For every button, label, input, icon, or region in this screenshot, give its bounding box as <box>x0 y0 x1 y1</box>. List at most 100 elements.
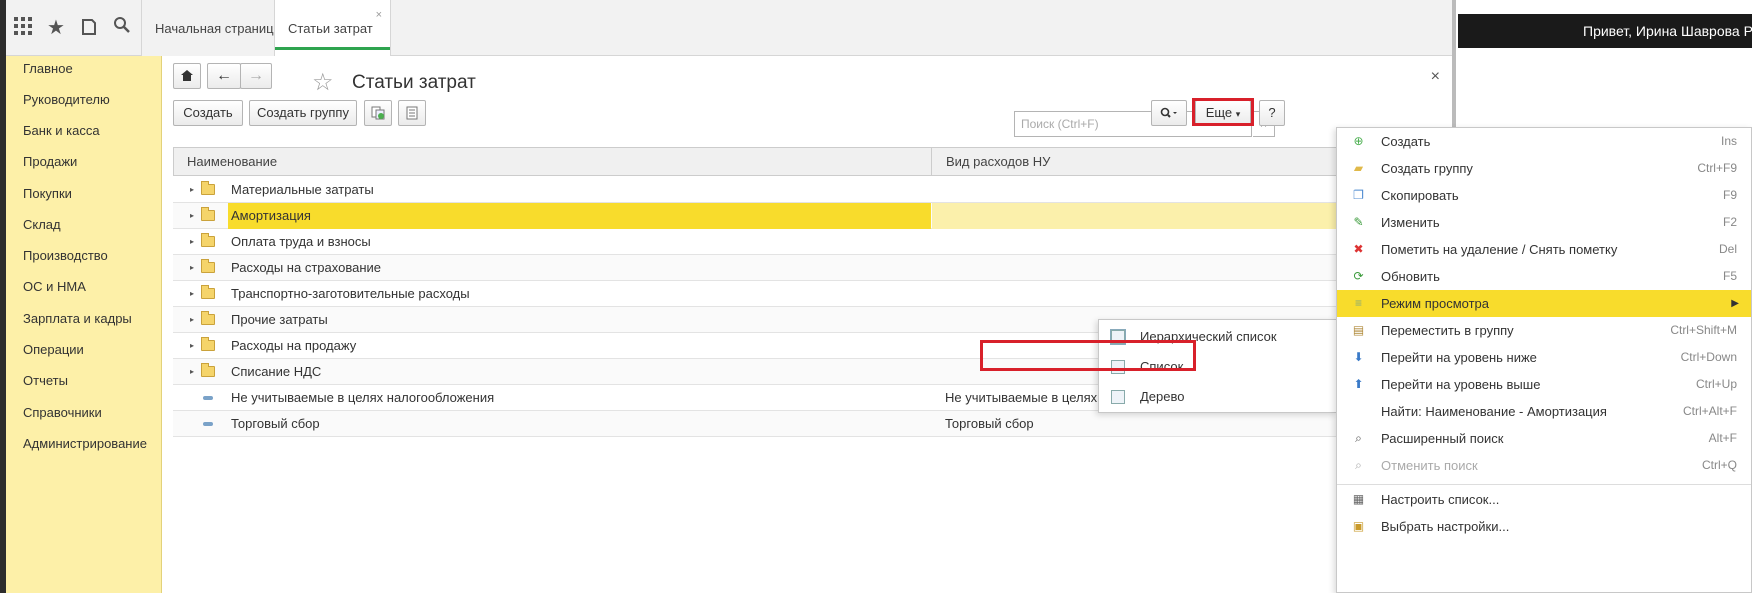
list-view-button[interactable] <box>398 100 426 126</box>
menu-separator <box>1337 484 1751 485</box>
close-form-icon[interactable]: × <box>1431 68 1440 86</box>
expand-arrow-icon[interactable]: ▸ <box>190 307 194 333</box>
table-row[interactable]: ▸ Транспортно-заготовительные расходы <box>173 281 1452 307</box>
menu-item[interactable]: ▰ Создать группу Ctrl+F9 <box>1337 155 1751 182</box>
menu-item[interactable]: ⬆ Перейти на уровень выше Ctrl+Up <box>1337 371 1751 398</box>
highlight-tree-item <box>980 340 1196 371</box>
sidebar-item-reports[interactable]: Отчеты <box>23 373 68 388</box>
sidebar-item-bank[interactable]: Банк и касса <box>23 123 100 138</box>
sidebar-item-manager[interactable]: Руководителю <box>23 92 110 107</box>
submenu-item-label: Дерево <box>1140 389 1185 404</box>
list-icon <box>406 106 418 120</box>
cell-name: Торговый сбор <box>231 416 320 431</box>
expand-arrow-icon[interactable]: ▸ <box>190 333 194 359</box>
search-button[interactable] <box>1151 100 1187 126</box>
menu-item-label: Изменить <box>1381 215 1440 230</box>
cell-name: Расходы на страхование <box>231 260 381 275</box>
forward-button[interactable]: → <box>240 63 272 89</box>
folder-icon <box>201 363 215 377</box>
menu-item[interactable]: ✖ Пометить на удаление / Снять пометку Del <box>1337 236 1751 263</box>
menu-item[interactable]: ⌕ Отменить поиск Ctrl+Q <box>1337 452 1751 479</box>
tab-home[interactable]: Начальная страница <box>141 0 294 56</box>
copy-button[interactable] <box>364 100 392 126</box>
menu-item[interactable]: ⌕ Расширенный поиск Alt+F <box>1337 425 1751 452</box>
expand-arrow-icon[interactable]: ▸ <box>190 203 194 229</box>
expand-arrow-icon[interactable]: ▸ <box>190 281 194 307</box>
folder-icon <box>201 181 215 195</box>
apps-grid-icon[interactable] <box>11 16 35 40</box>
menu-item-shortcut: F5 <box>1722 269 1737 283</box>
sidebar-item-purchases[interactable]: Покупки <box>23 186 72 201</box>
help-button[interactable]: ? <box>1259 100 1285 126</box>
menu-item[interactable]: ▦ Настроить список... <box>1337 486 1751 513</box>
menu-item[interactable]: ❐ Скопировать F9 <box>1337 182 1751 209</box>
arrow-right-icon: → <box>248 67 264 84</box>
table-row[interactable]: ▸ Оплата труда и взносы <box>173 229 1452 255</box>
item-icon <box>203 396 213 400</box>
column-name-header[interactable]: Наименование <box>174 148 932 175</box>
folder-icon <box>201 259 215 273</box>
level-down-icon: ⬇ <box>1353 350 1364 364</box>
plus-icon: ⊕ <box>1353 134 1364 148</box>
expand-arrow-icon[interactable]: ▸ <box>190 177 194 203</box>
sidebar-item-admin[interactable]: Администрирование <box>23 436 147 451</box>
history-icon[interactable] <box>77 16 101 40</box>
menu-item-label: Скопировать <box>1381 188 1459 203</box>
expand-arrow-icon[interactable]: ▸ <box>190 359 194 385</box>
copy-icon: ❐ <box>1353 188 1364 202</box>
sidebar-item-operations[interactable]: Операции <box>23 342 84 357</box>
favorite-star-icon[interactable]: ☆ <box>312 68 334 97</box>
menu-item[interactable]: ⟳ Обновить F5 <box>1337 263 1751 290</box>
cell-name: Списание НДС <box>231 364 322 379</box>
pencil-icon: ✎ <box>1353 215 1364 229</box>
cell-name: Не учитываемые в целях налогообложения <box>231 390 495 405</box>
menu-item[interactable]: ⊕ Создать Ins <box>1337 128 1751 155</box>
delete-mark-icon: ✖ <box>1353 242 1364 256</box>
menu-item[interactable]: ⬇ Перейти на уровень ниже Ctrl+Down <box>1337 344 1751 371</box>
menu-item[interactable]: ✎ Изменить F2 <box>1337 209 1751 236</box>
menu-item[interactable]: ≡ Режим просмотра ▶ <box>1337 290 1751 317</box>
menu-item-label: Обновить <box>1381 269 1440 284</box>
menu-item-shortcut: Ctrl+Q <box>1701 458 1737 472</box>
menu-item-shortcut: Ctrl+F9 <box>1697 161 1737 175</box>
create-group-button[interactable]: Создать группу <box>249 100 357 126</box>
table-row[interactable]: Торговый сбор Торговый сбор <box>173 411 1452 437</box>
folder-icon <box>201 233 215 247</box>
table-row[interactable]: ▸ Расходы на страхование <box>173 255 1452 281</box>
sidebar-item-sales[interactable]: Продажи <box>23 154 77 169</box>
sidebar-item-production[interactable]: Производство <box>23 248 108 263</box>
menu-item[interactable]: Найти: Наименование - Амортизация Ctrl+Al… <box>1337 398 1751 425</box>
table-row[interactable]: ▸ Амортизация <box>173 203 1452 229</box>
table-row[interactable]: ▸ Материальные затраты <box>173 177 1452 203</box>
tab-expense-items[interactable]: Статьи затрат × <box>274 0 391 56</box>
menu-item[interactable]: ▤ Переместить в группу Ctrl+Shift+M <box>1337 317 1751 344</box>
sidebar-item-catalogs[interactable]: Справочники <box>23 405 102 420</box>
search-icon[interactable] <box>110 16 134 40</box>
sidebar-item-main[interactable]: Главное <box>23 61 73 76</box>
more-actions-menu: ⊕ Создать Ins ▰ Создать группу Ctrl+F9 ❐ Скопир… <box>1336 127 1752 593</box>
submenu-item-tree[interactable]: Дерево <box>1099 382 1336 412</box>
close-icon[interactable]: × <box>376 10 382 21</box>
sidebar-item-warehouse[interactable]: Склад <box>23 217 61 232</box>
sidebar-item-salary[interactable]: Зарплата и кадры <box>23 311 132 326</box>
item-icon <box>203 422 213 426</box>
page-title: Статьи затрат <box>352 72 476 93</box>
cancel-search-icon: ⌕ <box>1355 458 1362 472</box>
cell-name: Прочие затраты <box>231 312 328 327</box>
back-button[interactable]: ← <box>207 63 241 89</box>
refresh-icon: ⟳ <box>1353 269 1364 283</box>
sidebar-item-assets[interactable]: ОС и НМА <box>23 279 86 294</box>
menu-item[interactable]: ▣ Выбрать настройки... <box>1337 513 1751 540</box>
tree-icon <box>1111 390 1125 404</box>
expand-arrow-icon[interactable]: ▸ <box>190 255 194 281</box>
top-tab-bar: ★ Начальная страница Статьи затрат × <box>6 0 1455 56</box>
folder-icon <box>201 337 215 351</box>
favorites-star-icon[interactable]: ★ <box>44 16 68 40</box>
expand-arrow-icon[interactable]: ▸ <box>190 229 194 255</box>
menu-item-label: Найти: Наименование - Амортизация <box>1381 404 1607 419</box>
view-mode-icon: ≡ <box>1354 296 1362 310</box>
menu-item-label: Перейти на уровень выше <box>1381 377 1541 392</box>
menu-item-label: Выбрать настройки... <box>1381 519 1510 534</box>
create-button[interactable]: Создать <box>173 100 243 126</box>
home-button[interactable] <box>173 63 201 89</box>
